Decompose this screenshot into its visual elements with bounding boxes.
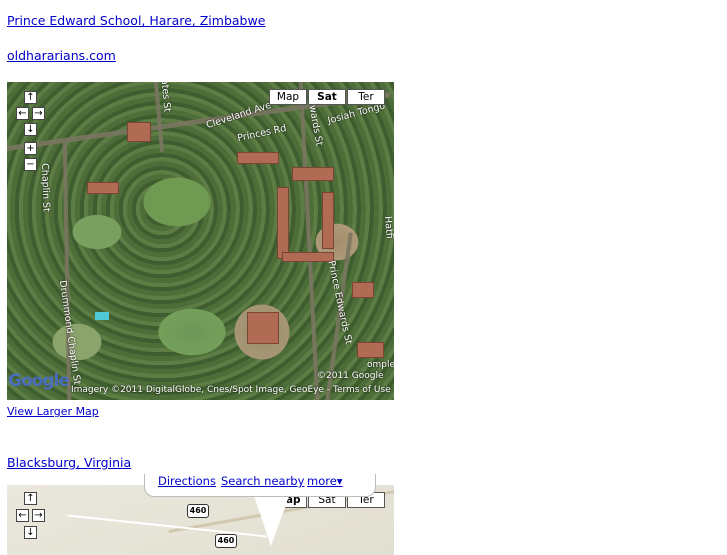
- label-cleveland: Cleveland Ave: [204, 99, 273, 132]
- google-logo[interactable]: Google: [8, 371, 70, 391]
- pan-up-button[interactable]: ↑: [24, 492, 37, 505]
- search-nearby-link[interactable]: Search nearby: [221, 474, 304, 488]
- oldhararians-link[interactable]: oldhararians.com: [7, 48, 116, 63]
- building: [87, 182, 119, 194]
- map-copyright: ©2011 Google: [317, 371, 384, 381]
- imagery-attribution[interactable]: Imagery ©2011 DigitalGlobe, Cnes/Spot Im…: [71, 385, 391, 395]
- zoom-out-button[interactable]: −: [24, 158, 37, 171]
- route-460-shield: 460: [215, 534, 237, 548]
- building: [247, 312, 279, 344]
- label-princes: Princes Rd: [236, 122, 288, 145]
- map-type-map[interactable]: Map: [269, 89, 307, 105]
- directions-link[interactable]: Directions: [158, 474, 216, 488]
- pan-left-button[interactable]: ←: [16, 509, 29, 522]
- building: [282, 252, 334, 262]
- corner-label: ompleo: [367, 360, 394, 370]
- zoom-in-button[interactable]: +: [24, 142, 37, 155]
- blacksburg-link[interactable]: Blacksburg, Virginia: [7, 455, 131, 470]
- pan-right-button[interactable]: →: [32, 107, 45, 120]
- building: [357, 342, 384, 358]
- swimming-pool: [95, 312, 109, 320]
- pan-right-button[interactable]: →: [32, 509, 45, 522]
- building: [292, 167, 334, 181]
- school-link[interactable]: Prince Edward School, Harare, Zimbabwe: [7, 13, 265, 28]
- label-edwards-top: wards St: [306, 104, 325, 147]
- building: [127, 122, 151, 142]
- view-larger-map-link[interactable]: View Larger Map: [7, 405, 99, 418]
- map-type-sat[interactable]: Sat: [308, 89, 346, 105]
- more-link[interactable]: more▾: [307, 474, 343, 488]
- pan-down-button[interactable]: ↓: [24, 526, 37, 539]
- label-drummond: Drummond Chaplin St: [56, 279, 83, 386]
- map-type-bar: Map Sat Ter: [269, 89, 386, 105]
- pan-up-button[interactable]: ↑: [24, 91, 37, 104]
- building: [352, 282, 374, 298]
- pan-down-button[interactable]: ↓: [24, 123, 37, 136]
- building: [237, 152, 279, 164]
- pan-left-button[interactable]: ←: [16, 107, 29, 120]
- label-bates: ates St: [158, 82, 173, 113]
- map-type-ter[interactable]: Ter: [347, 89, 385, 105]
- satellite-map[interactable]: Cleveland Ave Princes Rd Josiah Tongo wa…: [7, 82, 394, 400]
- route-460-shield: 460: [187, 504, 209, 518]
- label-prince-edward: Prince Edwards St: [325, 259, 354, 346]
- building: [277, 187, 289, 259]
- info-bubble: Directions Search nearby more▾: [144, 474, 376, 497]
- label-hatfield: Hatfi: [381, 215, 394, 240]
- label-chaplin-top: Chaplin St: [38, 163, 52, 212]
- building: [322, 192, 334, 249]
